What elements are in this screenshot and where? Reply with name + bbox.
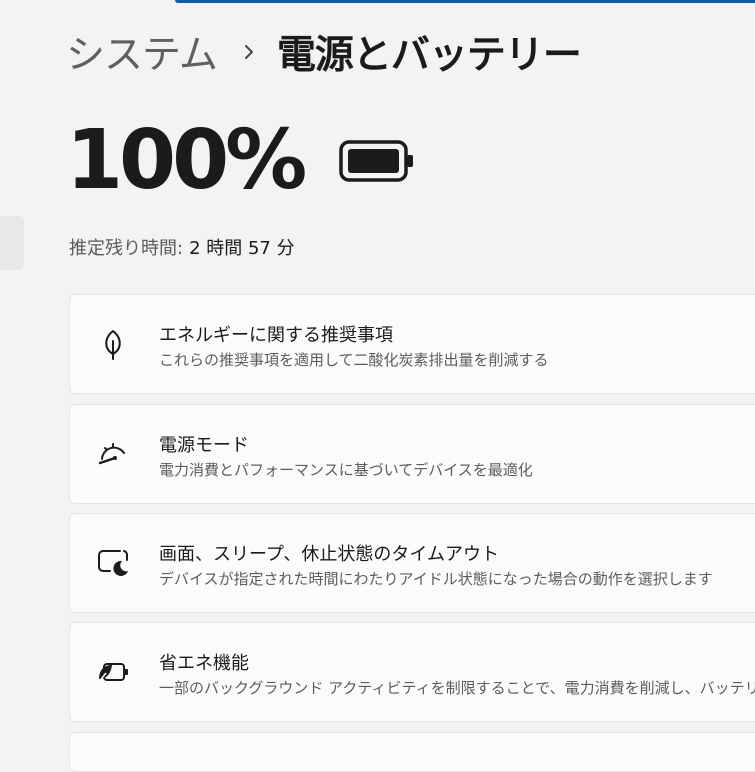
remaining-label: 推定残り時間: [69,238,184,259]
card-description: これらの推奨事項を適用して二酸化炭素排出量を削減する [159,351,549,369]
battery-status: 100% [66,120,415,202]
power-mode-card[interactable]: 電源モード 電力消費とパフォーマンスに基づいてデバイスを最適化 [69,404,755,504]
speedometer-icon [96,437,130,471]
energy-recommendations-card[interactable]: エネルギーに関する推奨事項 これらの推奨事項を適用して二酸化炭素排出量を削減する [69,294,755,394]
estimated-remaining-time: 推定残り時間: 2 時間 57 分 [69,234,295,260]
page-title: 電源とバッテリー [276,33,582,78]
card-description: デバイスが指定された時間にわたりアイドル状態になった場合の動作を選択します [159,570,713,588]
screen-sleep-timeout-card[interactable]: 画面、スリープ、休止状態のタイムアウト デバイスが指定された時間にわたりアイドル… [69,513,755,613]
remaining-value: 2 時間 57 分 [189,238,295,259]
list-item[interactable] [69,732,755,772]
card-title: 省エネ機能 [159,653,249,674]
card-title: エネルギーに関する推奨事項 [159,325,393,346]
battery-percent: 100% [66,113,307,208]
nav-selection-pill[interactable] [0,216,24,270]
screen-sleep-icon [96,546,130,580]
battery-saver-icon [96,655,130,689]
breadcrumb: システム 電源とバッテリー [66,22,582,82]
card-title: 電源モード [159,435,249,456]
leaf-icon [96,327,130,361]
chevron-right-icon [243,44,255,60]
card-description: 一部のバックグラウンド アクティビティを制限することで、電力消費を削減し、バッテ… [159,679,755,697]
battery-full-icon [339,139,415,187]
breadcrumb-system-link[interactable]: システム [66,24,218,80]
card-title: 画面、スリープ、休止状態のタイムアウト [159,544,500,565]
card-description: 電力消費とパフォーマンスに基づいてデバイスを最適化 [159,461,533,479]
window-accent-bar [175,0,755,3]
battery-saver-card[interactable]: 省エネ機能 一部のバックグラウンド アクティビティを制限することで、電力消費を削… [69,622,755,722]
